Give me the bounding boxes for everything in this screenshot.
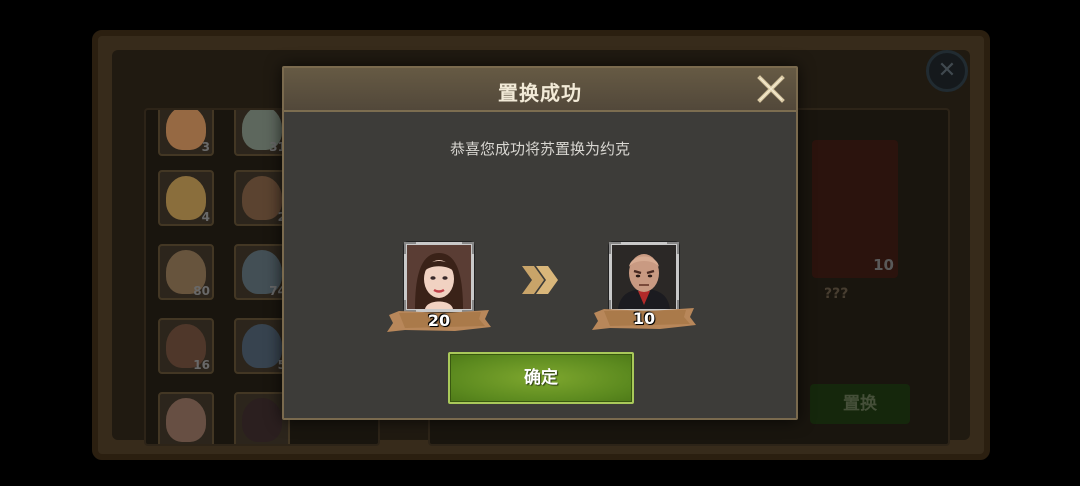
double-chevron-right-icon [522,266,558,294]
confirm-button[interactable]: 确定 [448,352,634,404]
success-message: 恭喜您成功将苏置换为约克 [449,140,630,158]
dialog-header: 置换成功 [284,68,796,112]
from-hero-portrait [404,242,474,312]
from-hero-count: 20 [427,311,451,330]
close-icon[interactable] [756,74,786,104]
replace-success-dialog: 置换成功 恭喜您成功将苏置换为约克 20 10 确定 [282,66,798,420]
dialog-title: 置换成功 [498,81,582,105]
to-hero-portrait [609,242,679,312]
to-hero-count: 10 [632,309,656,328]
dialog-body: 恭喜您成功将苏置换为约克 20 10 确定 [284,112,796,418]
